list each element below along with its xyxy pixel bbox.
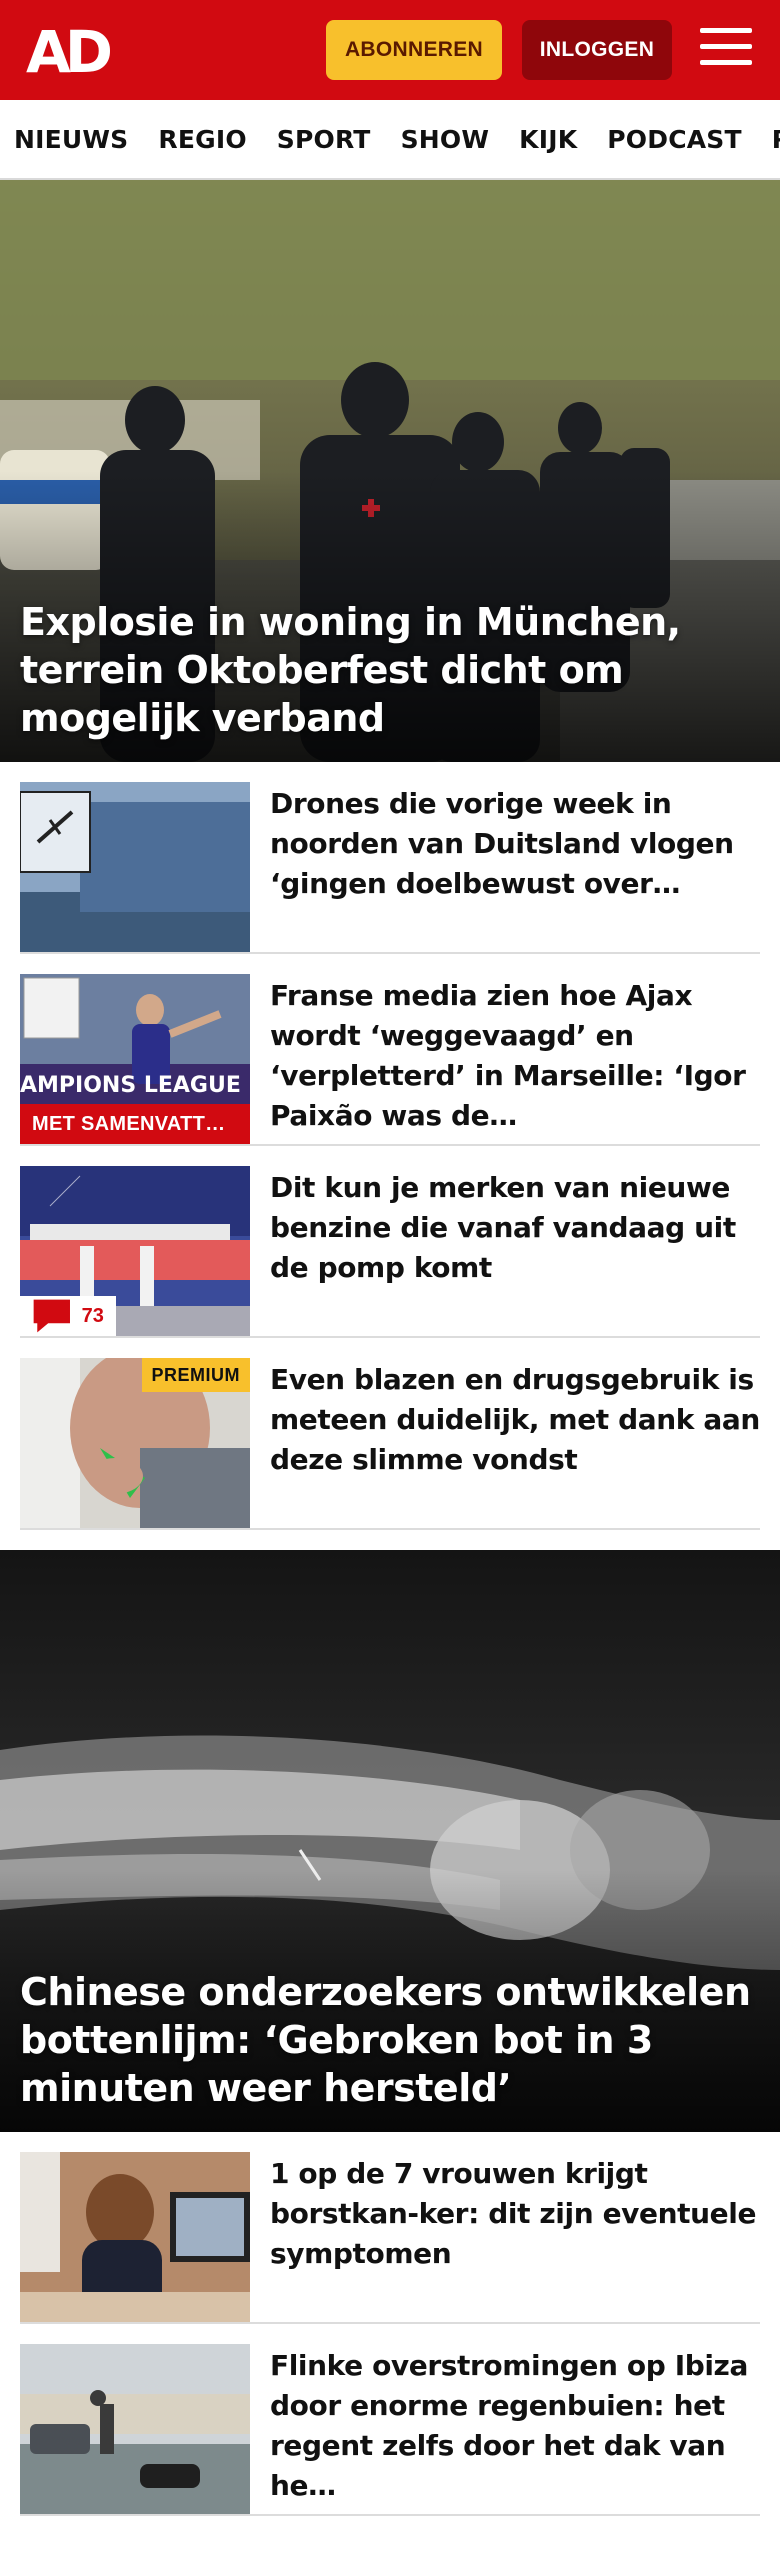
article-title[interactable]: Drones die vorige week in noorden van Du… [270, 784, 760, 904]
list-item[interactable]: Flinke overstromingen op Ibiza door enor… [20, 2324, 760, 2516]
list-item[interactable]: 1 op de 7 vrouwen krijgt borstkan-ker: d… [20, 2132, 760, 2324]
article-title[interactable]: Franse media zien hoe Ajax wordt ‘weggev… [270, 976, 760, 1136]
login-button[interactable]: INLOGGEN [522, 20, 672, 80]
ad-logo[interactable]: AD [26, 22, 118, 78]
article-thumbnail-drone [20, 782, 250, 952]
article-thumbnail-breath-test: PREMIUM [20, 1358, 250, 1528]
hero-title[interactable]: Chinese onderzoekers ontwikkelen bottenl… [20, 1968, 760, 2112]
hero-article-munich[interactable]: Explosie in woning in München, terrein O… [0, 180, 780, 762]
nav-item-nieuws[interactable]: NIEUWS [14, 125, 128, 154]
list-item[interactable]: AMPIONS LEAGUE MET SAMENVATT… Franse med… [20, 954, 760, 1146]
list-item[interactable]: PREMIUM Even blazen en drugsgebruik is m… [20, 1338, 760, 1530]
comment-count: 73 [81, 1304, 104, 1327]
article-thumbnail-ibiza-flood [20, 2344, 250, 2514]
section-nav: NIEUWS REGIO SPORT SHOW KIJK PODCAST PUZ… [0, 100, 780, 180]
svg-text:AMPIONS LEAGUE: AMPIONS LEAGUE [20, 1073, 241, 1098]
article-title[interactable]: Flinke overstromingen op Ibiza door enor… [270, 2346, 760, 2506]
hamburger-menu-icon[interactable] [700, 28, 752, 72]
article-list-top: Drones die vorige week in noorden van Du… [0, 762, 780, 1530]
article-thumbnail-ajax: AMPIONS LEAGUE MET SAMENVATT… [20, 974, 250, 1144]
article-title[interactable]: 1 op de 7 vrouwen krijgt borstkan-ker: d… [270, 2154, 760, 2274]
comment-icon [33, 1299, 70, 1333]
top-bar: AD ABONNEREN INLOGGEN [0, 0, 780, 100]
nav-item-kijk[interactable]: KIJK [519, 125, 577, 154]
nav-item-regio[interactable]: REGIO [158, 125, 246, 154]
premium-badge: PREMIUM [141, 1358, 250, 1392]
nav-item-sport[interactable]: SPORT [277, 125, 371, 154]
article-thumbnail-fuel-station: 73 [20, 1166, 250, 1336]
svg-text:AD: AD [26, 22, 111, 78]
article-title[interactable]: Dit kun je merken van nieuwe benzine die… [270, 1168, 760, 1288]
hero-title[interactable]: Explosie in woning in München, terrein O… [20, 598, 760, 742]
article-list-bottom: 1 op de 7 vrouwen krijgt borstkan-ker: d… [0, 2132, 780, 2516]
list-item[interactable]: 73 Dit kun je merken van nieuwe benzine … [20, 1146, 760, 1338]
nav-item-podcast[interactable]: PODCAST [607, 125, 741, 154]
summary-badge: MET SAMENVATT… [20, 1104, 250, 1144]
comment-count-badge[interactable]: 73 [20, 1296, 116, 1336]
article-thumbnail-mammography [20, 2152, 250, 2322]
article-title[interactable]: Even blazen en drugsgebruik is meteen du… [270, 1360, 760, 1480]
subscribe-button[interactable]: ABONNEREN [326, 20, 502, 80]
nav-item-show[interactable]: SHOW [401, 125, 490, 154]
hero-article-bone-glue[interactable]: Chinese onderzoekers ontwikkelen bottenl… [0, 1550, 780, 2132]
nav-item-puzzels[interactable]: PUZZ [772, 125, 780, 154]
list-item[interactable]: Drones die vorige week in noorden van Du… [20, 762, 760, 954]
